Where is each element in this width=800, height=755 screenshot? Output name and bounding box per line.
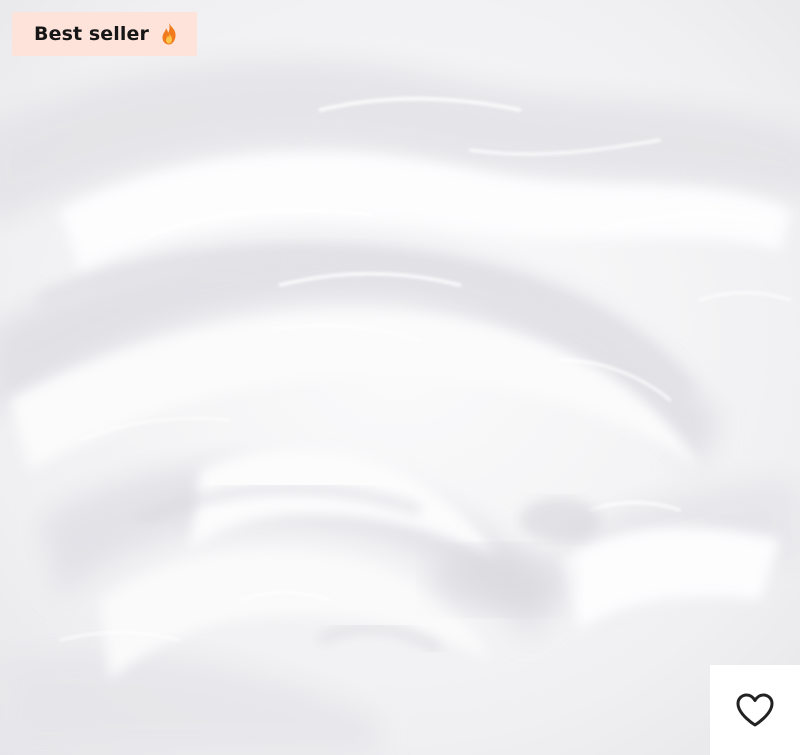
- fire-icon: [162, 23, 176, 45]
- heart-outline-icon: [736, 693, 774, 727]
- best-seller-badge: Best seller: [12, 12, 197, 56]
- product-image[interactable]: [0, 0, 800, 755]
- badge-label: Best seller: [34, 23, 149, 45]
- product-card[interactable]: Best seller: [0, 0, 800, 755]
- wishlist-button[interactable]: [710, 665, 800, 755]
